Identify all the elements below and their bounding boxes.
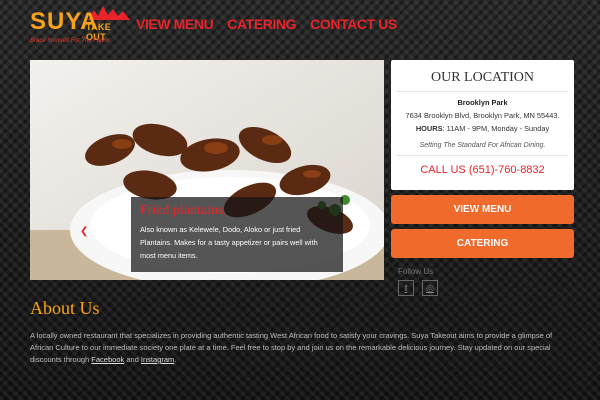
about-end: . (174, 355, 177, 364)
facebook-link[interactable]: Facebook (91, 355, 124, 364)
logo-tagline: Brace Yourself For The Flavor (30, 38, 110, 44)
call-us-link[interactable]: CALL US (651)-760-8832 (391, 164, 574, 176)
main-nav: VIEW MENU CATERING CONTACT US (136, 16, 397, 32)
facebook-icon[interactable]: f (398, 280, 414, 296)
hero-slider[interactable]: ❮ ❯ Fried plantains Also known as Kelewe… (30, 60, 384, 280)
caption-text: Also known as Kelewele, Dodo, Aloko or j… (140, 225, 318, 260)
hours-value: : 11AM - 9PM, Monday - Sunday (442, 124, 550, 133)
about-title: About Us (30, 298, 100, 318)
location-card: OUR LOCATION Brooklyn Park 7634 Brooklyn… (391, 60, 574, 190)
nav-catering[interactable]: CATERING (227, 16, 296, 32)
about-text: A locally owned restaurant that speciali… (30, 330, 575, 366)
follow-us-label: Follow Us (398, 267, 434, 276)
location-title: OUR LOCATION (397, 60, 568, 92)
catering-button[interactable]: CATERING (391, 229, 574, 258)
about-and: and (124, 355, 141, 364)
location-slogan: Setting The Standard For African Dining. (397, 142, 568, 156)
instagram-link[interactable]: Instagram (141, 355, 174, 364)
caption-title: Fried plantains (140, 203, 224, 218)
nav-view-menu[interactable]: VIEW MENU (136, 16, 214, 32)
nav-contact-us[interactable]: CONTACT US (310, 16, 397, 32)
view-menu-button[interactable]: VIEW MENU (391, 195, 574, 224)
hours-label: HOURS (415, 124, 443, 133)
site-logo[interactable]: SUYA TAKE OUT Brace Yourself For The Fla… (30, 6, 130, 52)
location-name: Brooklyn Park (457, 98, 508, 107)
slider-prev-arrow[interactable]: ❮ (80, 226, 88, 237)
location-address: 7634 Brooklyn Blvd, Brooklyn Park, MN 55… (405, 111, 560, 120)
location-hours: HOURS: 11AM - 9PM, Monday - Sunday (391, 124, 574, 133)
instagram-icon[interactable]: ◎ (422, 280, 438, 296)
slide-caption: Fried plantains Also known as Kelewele, … (131, 197, 343, 272)
